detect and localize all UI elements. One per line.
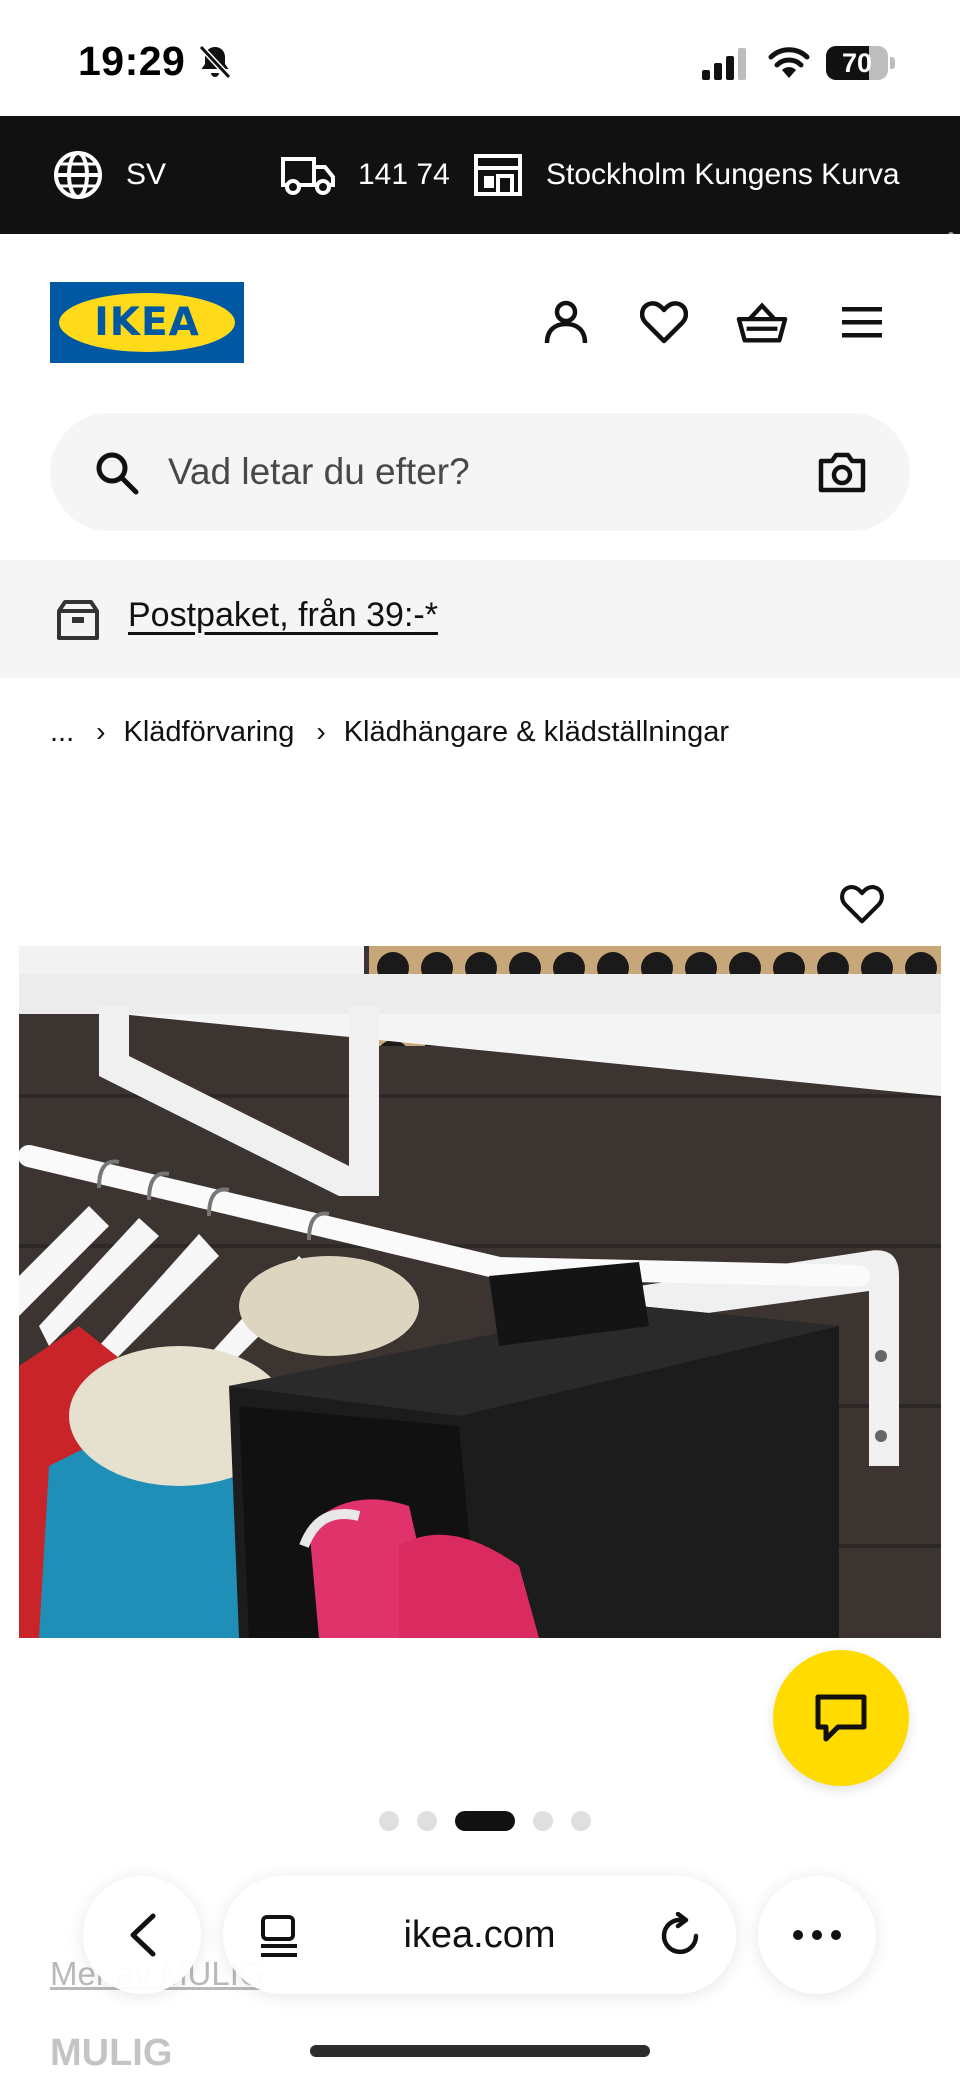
home-indicator[interactable] [310,2045,650,2057]
store-icon [474,154,522,196]
chat-button[interactable] [773,1650,909,1786]
pagination-dot-active[interactable] [455,1811,515,1831]
search-bar [50,413,910,531]
profile-icon [544,300,588,344]
chevron-left-icon [130,1913,156,1957]
bell-muted-icon [198,44,232,80]
logo-text: IKEA [94,300,200,345]
chevron-right-icon: › [96,716,106,747]
status-time: 19:29 [78,38,186,84]
more-dots-icon [793,1930,841,1940]
location-bar: SV 141 74 Stockholm Kungens Kurva [0,116,960,234]
heart-icon [840,885,884,924]
pagination-dot[interactable] [379,1811,399,1831]
browser-url: ikea.com [403,1913,556,1956]
search-icon [96,452,139,495]
product-name: MULIG [50,2032,173,2074]
reload-icon[interactable] [660,1912,704,1958]
store-label: Stockholm Kungens Kurva [546,158,900,191]
tab-overview-icon[interactable] [259,1914,299,1958]
pagination-dot[interactable] [417,1811,437,1831]
language-selector[interactable]: SV [52,116,166,234]
parcel-delivery-link[interactable]: Postpaket, från 39:-* [128,596,438,635]
heart-icon [640,301,688,344]
cellular-signal-icon [702,48,746,80]
globe-icon [54,151,102,199]
parcel-icon [57,600,99,640]
pagination-dot[interactable] [533,1811,553,1831]
profile-button[interactable] [540,296,592,348]
menu-icon [842,307,882,338]
product-image[interactable] [19,946,941,1638]
battery-level: 70 [841,48,873,78]
basket-button[interactable] [736,296,788,348]
basket-icon [736,302,788,343]
battery-indicator: 70 [826,46,895,80]
camera-icon[interactable] [818,451,866,493]
postal-code-label: 141 74 [358,158,450,191]
store-selector[interactable]: Stockholm Kungens Kurva [472,116,900,234]
browser-address-bar[interactable]: ikea.com [223,1876,736,1994]
language-label: SV [126,158,167,191]
image-pagination [370,1810,600,1832]
delivery-truck-icon [281,157,335,195]
search-input[interactable] [168,443,728,501]
menu-button[interactable] [836,296,888,348]
status-bar: 19:29 70 [0,0,960,116]
breadcrumb-ellipsis[interactable]: ... [50,716,74,749]
browser-more-button[interactable] [758,1876,876,1994]
ikea-logo[interactable]: IKEA [50,282,244,363]
postal-code-selector[interactable]: 141 74 [280,116,450,234]
browser-back-button[interactable] [83,1876,201,1994]
breadcrumb-item-clothes-storage[interactable]: Klädförvaring [124,716,295,749]
wifi-icon [768,47,810,78]
add-to-favourites-button[interactable] [822,864,902,944]
breadcrumb: ... › Klädförvaring › Klädhängare & kläd… [50,710,729,754]
chat-icon [815,1694,867,1742]
breadcrumb-item-clothes-rails[interactable]: Klädhängare & klädställningar [344,716,729,749]
promo-banner: Postpaket, från 39:-* [0,560,960,678]
pagination-dot[interactable] [571,1811,591,1831]
chevron-right-icon: › [316,716,326,747]
product-photo [19,946,941,1638]
favourites-button[interactable] [638,296,690,348]
